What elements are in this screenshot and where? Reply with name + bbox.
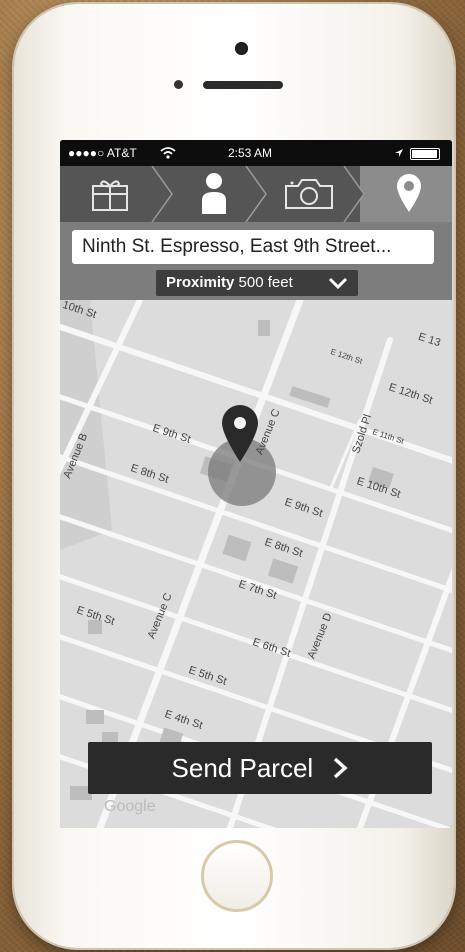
street-label: E 7th St <box>237 578 279 602</box>
carrier-label: ●●●●○ AT&T <box>68 146 137 160</box>
chevron-right-icon <box>334 757 349 779</box>
app-screen: ●●●●○ AT&T 2:53 AM Ninth St. Espresso, E… <box>60 140 452 828</box>
street-label: Avenue B <box>61 431 91 481</box>
step-gift[interactable] <box>60 166 160 222</box>
proximity-sensor <box>174 80 183 89</box>
step-location[interactable] <box>364 166 452 222</box>
street-label: Avenue D <box>305 611 335 661</box>
chevron-down-icon <box>328 277 348 289</box>
clock: 2:53 AM <box>228 146 273 160</box>
location-panel: Ninth St. Espresso, East 9th Street... P… <box>60 222 452 300</box>
status-bar: ●●●●○ AT&T 2:53 AM <box>60 140 452 166</box>
street-label: E 8th St <box>129 462 171 486</box>
battery-icon <box>410 148 440 160</box>
gift-icon <box>92 180 128 211</box>
send-parcel-label: Send Parcel <box>171 753 314 783</box>
person-icon <box>202 173 226 214</box>
phone-frame: ●●●●○ AT&T 2:53 AM Ninth St. Espresso, E… <box>14 4 454 948</box>
street-label: E 4th St <box>163 708 205 732</box>
camera-icon <box>285 179 333 209</box>
street-label: E 11th St <box>371 427 405 446</box>
step-recipient[interactable] <box>172 166 248 222</box>
proximity-dropdown[interactable]: Proximity 500 feet <box>156 270 358 296</box>
front-camera <box>235 42 248 55</box>
street-label: E 13 <box>416 330 442 350</box>
map-watermark: Google <box>104 798 156 815</box>
proximity-value: 500 feet <box>238 274 293 291</box>
earpiece-speaker <box>203 81 283 89</box>
street-label: Avenue C <box>145 591 175 641</box>
step-photo[interactable] <box>266 166 346 222</box>
home-button[interactable] <box>201 840 273 912</box>
street-label: E 8th St <box>263 536 305 560</box>
street-label: E 6th St <box>251 636 293 660</box>
step-navigation <box>60 166 452 222</box>
location-arrow-icon <box>395 149 403 157</box>
street-label: E 12th St <box>387 381 435 407</box>
send-parcel-button[interactable]: Send Parcel <box>88 742 432 794</box>
street-label: E 9th St <box>283 496 325 520</box>
location-search-input[interactable]: Ninth St. Espresso, East 9th Street... <box>72 230 434 264</box>
street-label: E 10th St <box>355 475 403 501</box>
street-label: E 12th St <box>329 347 364 366</box>
location-pin-icon <box>397 174 421 212</box>
street-label: 10th St <box>60 300 98 322</box>
wifi-icon <box>160 147 176 159</box>
street-label: E 5th St <box>75 604 117 628</box>
street-label: Szold Pl <box>350 412 375 456</box>
proximity-label: Proximity <box>166 274 235 291</box>
street-label: E 5th St <box>187 664 229 688</box>
map-pin-icon <box>222 405 258 462</box>
street-label: E 9th St <box>151 422 193 446</box>
